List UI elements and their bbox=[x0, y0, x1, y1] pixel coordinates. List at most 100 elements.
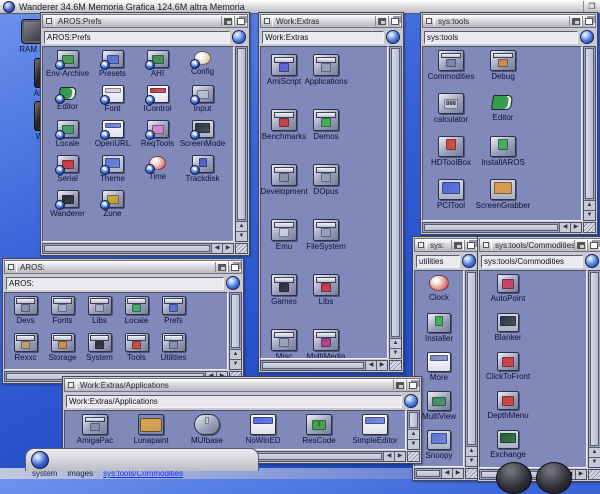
vscroll-knob[interactable] bbox=[237, 48, 246, 220]
depth-gadget-icon[interactable] bbox=[228, 262, 241, 272]
window-titlebar[interactable]: AROS: bbox=[4, 260, 242, 274]
globe-button-icon[interactable] bbox=[232, 30, 246, 44]
icon-item-multiview[interactable]: MultiView bbox=[417, 391, 461, 430]
scroll-down-icon[interactable]: ▼ bbox=[408, 439, 419, 449]
window-titlebar[interactable]: AROS:Prefs bbox=[42, 14, 248, 28]
icon-item-snoopy[interactable]: Snoopy bbox=[417, 430, 461, 467]
vertical-scrollbar[interactable]: ▲ ▼ bbox=[229, 292, 242, 370]
icon-item-storage[interactable]: Storage bbox=[44, 333, 81, 370]
icon-item-reqtools[interactable]: ◥ReqTools bbox=[135, 120, 180, 155]
icon-item-openurl[interactable]: ◥OpenURL bbox=[90, 120, 135, 155]
icon-item-locale[interactable]: ◥Locale bbox=[45, 120, 90, 155]
icon-item-depthmenu[interactable]: DepthMenu bbox=[482, 391, 534, 430]
horizontal-scrollbar[interactable]: ◀ ▶ bbox=[260, 360, 388, 371]
icon-item-editor[interactable]: ◥Editor bbox=[45, 85, 90, 120]
icon-item-lunapaint[interactable]: Lunapaint bbox=[123, 414, 179, 450]
resize-grip[interactable] bbox=[235, 243, 248, 254]
icon-item-env-archive[interactable]: ◥Env-Archive bbox=[45, 50, 90, 85]
close-gadget-icon[interactable] bbox=[480, 240, 492, 250]
resize-grip[interactable] bbox=[407, 451, 420, 462]
scroll-down-icon[interactable]: ▼ bbox=[230, 359, 241, 369]
vscroll-knob[interactable] bbox=[467, 272, 476, 445]
scroll-up-icon[interactable]: ▲ bbox=[584, 200, 595, 210]
path-input[interactable] bbox=[424, 31, 578, 44]
scroll-left-icon[interactable]: ◀ bbox=[559, 223, 570, 232]
resize-grip[interactable] bbox=[389, 360, 402, 371]
icon-item-calculator[interactable]: 888calculator bbox=[425, 93, 477, 136]
horizontal-scrollbar[interactable]: ◀ ▶ bbox=[42, 243, 234, 254]
icon-item-tools[interactable]: Tools bbox=[118, 333, 155, 370]
icon-item-devs[interactable]: Devs bbox=[7, 296, 44, 333]
icon-item-screengrabber[interactable]: ScreenGrabber bbox=[477, 179, 529, 221]
vscroll-knob[interactable] bbox=[590, 272, 599, 446]
vertical-scrollbar[interactable]: ▲ ▼ bbox=[588, 270, 600, 468]
scroll-left-icon[interactable]: ◀ bbox=[211, 244, 222, 253]
icon-item-utilities[interactable]: Utilities bbox=[155, 333, 192, 370]
zoom-gadget-icon[interactable] bbox=[569, 16, 582, 26]
icon-item-presets[interactable]: ◥Presets bbox=[90, 50, 135, 85]
depth-gadget-icon[interactable] bbox=[388, 16, 401, 26]
scroll-up-icon[interactable]: ▲ bbox=[408, 429, 419, 439]
icon-item-rescode[interactable]: ⌇ResCode bbox=[291, 414, 347, 450]
icon-item-filesystem[interactable]: FileSystem bbox=[305, 215, 347, 270]
icon-item-fonts[interactable]: Fonts bbox=[44, 296, 81, 333]
scroll-right-icon[interactable]: ▶ bbox=[376, 361, 387, 370]
close-gadget-icon[interactable] bbox=[65, 380, 77, 390]
globe-button-icon[interactable] bbox=[404, 394, 418, 408]
icon-item-amiscript[interactable]: AmiScript bbox=[263, 50, 305, 105]
zoom-gadget-icon[interactable] bbox=[451, 240, 464, 250]
icon-item-libs[interactable]: Libs bbox=[305, 270, 347, 325]
icon-item-debug[interactable]: Debug bbox=[477, 50, 529, 93]
scroll-right-icon[interactable]: ▶ bbox=[394, 452, 405, 461]
scroll-up-icon[interactable]: ▲ bbox=[589, 447, 600, 457]
scroll-up-icon[interactable]: ▲ bbox=[230, 349, 241, 359]
window-titlebar[interactable]: sys:tools bbox=[422, 14, 596, 28]
icon-item-zune[interactable]: ◥Zune bbox=[90, 190, 135, 225]
depth-gadget-icon[interactable] bbox=[587, 240, 600, 250]
icon-item-icontrol[interactable]: ◥IControl bbox=[135, 85, 180, 120]
icon-item-autopoint[interactable]: AutoPoint bbox=[482, 274, 534, 313]
zoom-gadget-icon[interactable] bbox=[574, 240, 587, 250]
window-titlebar[interactable]: Work:Extras bbox=[260, 14, 402, 28]
icon-item-editor[interactable]: Editor bbox=[477, 93, 529, 136]
icon-item-font[interactable]: ◥Font bbox=[90, 85, 135, 120]
vscroll-knob[interactable] bbox=[391, 48, 400, 337]
globe-button-icon[interactable] bbox=[386, 30, 400, 44]
icon-item-time[interactable]: ◥Time bbox=[135, 155, 180, 190]
icon-item-dopus[interactable]: DOpus bbox=[305, 160, 347, 215]
icon-item-config[interactable]: ◥Config bbox=[180, 50, 225, 85]
scroll-right-icon[interactable]: ▶ bbox=[570, 223, 581, 232]
scroll-right-icon[interactable]: ▶ bbox=[222, 244, 233, 253]
close-gadget-icon[interactable] bbox=[43, 16, 55, 26]
depth-gadget-icon[interactable] bbox=[234, 16, 247, 26]
zoom-gadget-icon[interactable] bbox=[221, 16, 234, 26]
hscroll-knob[interactable] bbox=[416, 470, 440, 477]
scroll-up-icon[interactable]: ▲ bbox=[390, 338, 401, 348]
scroll-down-icon[interactable]: ▼ bbox=[236, 231, 247, 241]
zoom-gadget-icon[interactable] bbox=[393, 380, 406, 390]
vertical-scrollbar[interactable]: ▲ ▼ bbox=[407, 410, 420, 450]
window-titlebar[interactable]: Work:Extras/Applications bbox=[64, 378, 420, 392]
icon-item-development[interactable]: Development bbox=[263, 160, 305, 215]
path-input[interactable] bbox=[262, 31, 384, 44]
hscroll-knob[interactable] bbox=[424, 224, 558, 231]
icon-item-amigapac[interactable]: AmigaPac bbox=[67, 414, 123, 450]
path-input[interactable] bbox=[416, 255, 460, 268]
icon-item-input[interactable]: ◥Input bbox=[180, 85, 225, 120]
screen-depth-icon[interactable]: ❐ bbox=[583, 1, 600, 12]
scroll-right-icon[interactable]: ▶ bbox=[452, 469, 463, 478]
icon-item-nowined[interactable]: NoWinED bbox=[235, 414, 291, 450]
scroll-up-icon[interactable]: ▲ bbox=[466, 446, 477, 456]
icon-item-more[interactable]: More bbox=[417, 352, 461, 391]
close-gadget-icon[interactable] bbox=[415, 240, 427, 250]
resize-grip[interactable] bbox=[583, 222, 596, 233]
horizontal-scrollbar[interactable]: ◀ ▶ bbox=[422, 222, 582, 233]
icon-item-locale[interactable]: Locale bbox=[118, 296, 155, 333]
scroll-left-icon[interactable]: ◀ bbox=[383, 452, 394, 461]
dock-ball-icon[interactable] bbox=[496, 462, 532, 494]
globe-button-icon[interactable] bbox=[226, 276, 240, 290]
depth-gadget-icon[interactable] bbox=[582, 16, 595, 26]
scroll-left-icon[interactable]: ◀ bbox=[365, 361, 376, 370]
icon-item-pcitool[interactable]: PCITool bbox=[425, 179, 477, 221]
icon-item-installer[interactable]: Installer bbox=[417, 313, 461, 352]
